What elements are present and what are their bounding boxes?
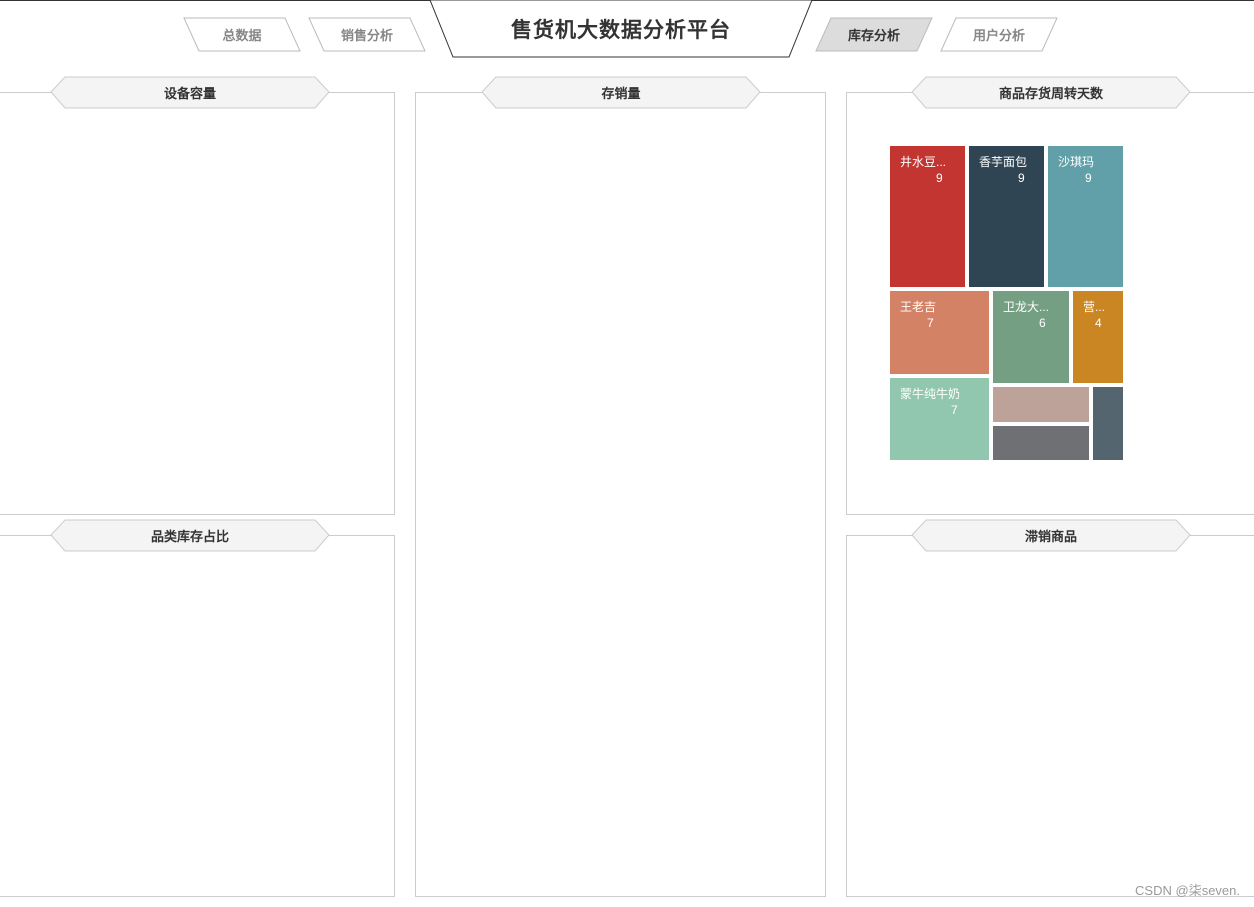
nav-tab-label: 用户分析 [972, 28, 1025, 43]
treemap-cell-label: 香芋面包 [979, 155, 1028, 169]
nav-tab-overview[interactable]: 总数据 [183, 17, 301, 52]
panel-title-category-stock: 品类库存占比 [50, 519, 330, 552]
nav-tab-users[interactable]: 用户分析 [940, 17, 1058, 52]
page-title: 售货机大数据分析平台 [511, 19, 731, 42]
treemap-cell[interactable]: 蒙牛纯牛奶 7 [890, 378, 989, 460]
panel-title-device-capacity: 设备容量 [50, 76, 330, 109]
panel-slow-moving [846, 535, 1254, 897]
treemap-cell[interactable] [993, 387, 1089, 422]
treemap-cell-label: 王老吉 [900, 300, 937, 314]
treemap-cell-label: 蒙牛纯牛奶 [900, 387, 961, 401]
treemap-cell[interactable]: 王老吉 7 [890, 291, 989, 374]
treemap-cell-label: 营... [1083, 300, 1106, 314]
treemap-cell-value: 9 [936, 171, 943, 185]
panel-category-stock [0, 535, 395, 897]
page-title-box: 售货机大数据分析平台 [429, 0, 813, 58]
nav-tab-label: 销售分析 [340, 28, 393, 43]
treemap-cell[interactable]: 营... 4 [1073, 291, 1123, 383]
treemap-cell-value: 4 [1095, 316, 1102, 330]
treemap-cell[interactable] [1093, 387, 1123, 460]
treemap-cell-label: 井水豆... [900, 155, 947, 169]
panel-stock-sales [415, 92, 826, 897]
treemap-cell-value: 9 [1018, 171, 1025, 185]
treemap-cell[interactable]: 香芋面包 9 [969, 146, 1044, 287]
nav-tab-inventory[interactable]: 库存分析 [815, 17, 933, 52]
nav-tab-sales[interactable]: 销售分析 [308, 17, 426, 52]
treemap-cell-label: 卫龙大... [1003, 300, 1050, 314]
nav-tab-label: 总数据 [222, 28, 262, 43]
panel-device-capacity [0, 92, 395, 515]
treemap-cell-label: 沙琪玛 [1058, 155, 1095, 169]
watermark: CSDN @柒seven. [1135, 883, 1240, 898]
panel-title-slow-moving: 滞销商品 [911, 519, 1191, 552]
treemap-cell-value: 9 [1085, 171, 1092, 185]
treemap-cell-value: 7 [927, 316, 934, 330]
treemap-cell[interactable] [993, 426, 1089, 460]
nav-tab-label: 库存分析 [847, 28, 900, 43]
treemap-cell[interactable]: 卫龙大... 6 [993, 291, 1069, 383]
treemap-cell[interactable]: 井水豆... 9 [890, 146, 965, 287]
treemap-cell[interactable]: 沙琪玛 9 [1048, 146, 1123, 287]
panel-title-stock-sales: 存销量 [481, 76, 761, 109]
treemap-cell-value: 7 [951, 403, 958, 417]
panel-title-turnover: 商品存货周转天数 [911, 76, 1191, 109]
treemap-cell-value: 6 [1039, 316, 1046, 330]
